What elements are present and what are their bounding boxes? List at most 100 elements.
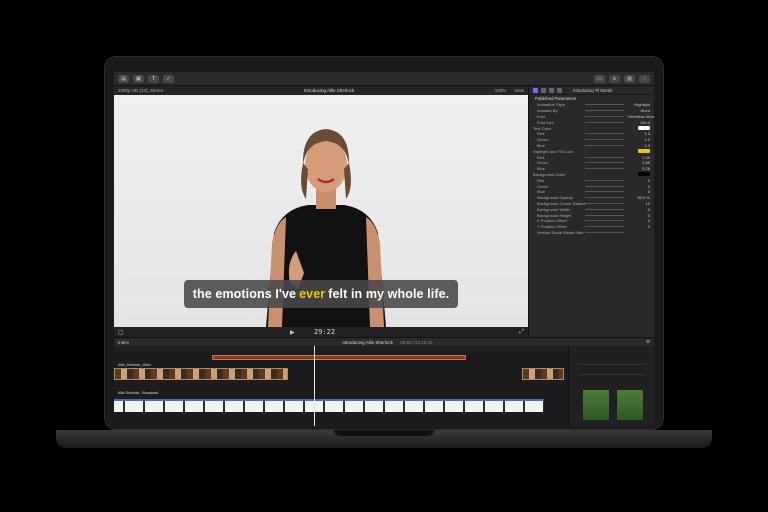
inspector-row-slider[interactable]: [581, 174, 624, 175]
inspector-row-slider[interactable]: [585, 231, 624, 233]
inspector-row-slider[interactable]: [585, 220, 624, 222]
timeline-settings-icon[interactable]: ⚙: [646, 339, 650, 345]
viewer-header: 1080p HD (24), Stereo Introducing Allie …: [114, 86, 528, 95]
caption-text-after: felt in my whole life.: [328, 287, 450, 301]
inspector-toggle-icon[interactable]: ▥: [624, 74, 635, 83]
info-inspector-tab[interactable]: [557, 87, 562, 93]
viewer-format: 1080p HD (24), Stereo: [118, 88, 164, 93]
titles-icon[interactable]: T: [148, 74, 159, 83]
caption-overlay[interactable]: the emotions I've ever felt in my whole …: [184, 280, 458, 308]
color-swatch: [628, 125, 650, 131]
video-clip-end[interactable]: [522, 368, 564, 380]
inspector-row-value: 1.00: [642, 154, 650, 160]
inspector-row-slider[interactable]: [585, 139, 624, 141]
inspector-row-slider[interactable]: [585, 156, 624, 158]
inspector-row-label: Blue: [537, 189, 546, 195]
inspector-row-slider[interactable]: [585, 226, 624, 228]
inspector-row-value: 0: [647, 218, 650, 224]
color-swatch-chip[interactable]: [638, 125, 650, 130]
meter-right: [617, 390, 643, 420]
inspector-row-label: Highlight and Fill Color: [533, 148, 574, 154]
inspector-row-value: 0: [647, 183, 650, 189]
caption-highlight-word: ever: [299, 287, 326, 301]
inspector-row-slider[interactable]: [585, 168, 624, 170]
crop-icon[interactable]: ▢: [118, 329, 124, 336]
inspector-row-value: Word: [640, 108, 650, 114]
inspector-row-label: Animation Style: [537, 102, 565, 108]
viewer-transport: ▢ ▶ 29:22 ⤢: [114, 327, 528, 337]
inspector-row-label: Vertical Social Media Safe: [537, 229, 584, 235]
share-icon[interactable]: ↑: [639, 74, 650, 83]
inspector-row-slider[interactable]: [585, 104, 624, 106]
inspector-row-label: Text Color: [533, 125, 552, 131]
fullscreen-icon[interactable]: ⤢: [519, 329, 524, 336]
inspector-row-value: 80.0 %: [637, 195, 650, 201]
inspector-row-label: Green: [537, 137, 549, 143]
inspector-row-slider[interactable]: [585, 197, 624, 199]
photos-icon[interactable]: ▦: [133, 74, 144, 83]
inspector-row[interactable]: Vertical Social Media Safe: [529, 230, 654, 236]
inspector-row-value: Highlight: [634, 102, 650, 108]
timeline-area[interactable]: Allie_Sherlock_Video Allie Sherlock - Br…: [114, 351, 568, 426]
video-viewer[interactable]: the emotions I've ever felt in my whole …: [114, 95, 528, 327]
timeline-playhead[interactable]: [314, 346, 315, 426]
inspector-row-slider[interactable]: [581, 128, 624, 129]
inspector-row-slider[interactable]: [585, 202, 624, 204]
inspector-row-value: 1.0: [644, 137, 650, 143]
inspector-row-slider[interactable]: [585, 179, 624, 181]
meter-left: [583, 390, 609, 420]
inspector-row-slider[interactable]: [585, 144, 624, 146]
inspector-row-slider[interactable]: [585, 115, 624, 117]
inspector-row-value: 1.0: [644, 142, 650, 148]
meter-gridline: [579, 374, 645, 375]
audio-clip[interactable]: [114, 399, 544, 412]
sliders-icon[interactable]: ≡: [609, 74, 620, 83]
layout-icon[interactable]: ▭: [594, 74, 605, 83]
inspector-row-value: 0: [647, 212, 650, 218]
viewer-title: Introducing Allie Sherlock: [303, 88, 355, 93]
inspector-row-value: 0: [647, 177, 650, 183]
inspector-row-slider[interactable]: [585, 191, 624, 193]
inspector-row-slider[interactable]: [585, 121, 624, 123]
inspector-row-label: Background Corner Radius: [537, 200, 585, 206]
inspector-row-label: Background Color: [533, 171, 566, 177]
timeline-title: Introducing Allie Sherlock: [342, 339, 393, 345]
inspector-row-label: Font Size: [537, 119, 554, 125]
zoom-dropdown[interactable]: 100%: [495, 88, 507, 93]
inspector-row-slider[interactable]: [585, 214, 624, 216]
app-window: ▤ ▦ T ✓ ▭ ≡ ▥ ↑ 1080p HD (24), Stereo In…: [114, 72, 654, 426]
inspector-row-label: X Position Offset: [537, 218, 567, 224]
inspector-row-value: 0: [647, 189, 650, 195]
inspector-tabs: Introducing Til Words: [529, 86, 654, 95]
color-swatch-chip[interactable]: [638, 148, 650, 153]
caption-text-before: the emotions I've: [192, 287, 297, 301]
check-icon[interactable]: ✓: [163, 74, 174, 83]
inspector-row-slider[interactable]: [585, 110, 624, 112]
inspector-row-slider[interactable]: [585, 185, 624, 187]
inspector-row-slider[interactable]: [581, 151, 624, 152]
inspector-row-label: Green: [537, 183, 549, 189]
inspector-row-label: Background Opacity: [537, 195, 574, 201]
video-clip[interactable]: [114, 368, 288, 380]
inspector-row-label: Background Height: [537, 212, 572, 218]
play-icon[interactable]: ▶: [290, 329, 295, 336]
timeline-index-button[interactable]: Index: [118, 340, 129, 345]
color-swatch-chip[interactable]: [638, 171, 650, 176]
title-inspector-tab[interactable]: [533, 87, 538, 93]
caption-title-clip[interactable]: [212, 355, 466, 360]
inspector-row-label: Animate By: [537, 108, 558, 114]
library-icon[interactable]: ▤: [118, 74, 129, 83]
inspector-panel: Introducing Til Words Published Paramete…: [528, 86, 654, 337]
color-inspector-tab[interactable]: [549, 87, 554, 93]
timeline-range: 08:22 / 51:16:12: [400, 339, 433, 345]
inspector-section-heading: Published Parameters: [535, 96, 577, 101]
video-inspector-tab[interactable]: [541, 87, 546, 93]
inspector-row-value: 0: [647, 206, 650, 212]
inspector-row-slider[interactable]: [585, 133, 624, 135]
inspector-row-slider[interactable]: [585, 162, 624, 164]
inspector-row-slider[interactable]: [585, 208, 624, 210]
view-dropdown[interactable]: View: [514, 88, 524, 93]
stage: ▤ ▦ T ✓ ▭ ≡ ▥ ↑ 1080p HD (24), Stereo In…: [0, 0, 768, 512]
video-track-label: Allie_Sherlock_Video: [118, 363, 152, 367]
color-swatch: [628, 148, 650, 154]
